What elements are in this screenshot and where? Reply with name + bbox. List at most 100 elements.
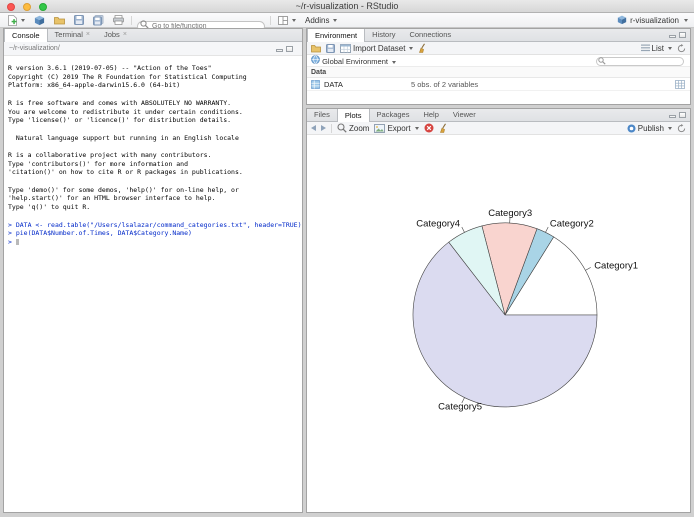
console-tabbar: Console Terminal × Jobs × [4,29,302,42]
console-line: Type 'demo()' for some demos, 'help()' f… [8,186,300,195]
tab-packages[interactable]: Packages [370,109,417,121]
chevron-down-icon [668,127,672,130]
save-all-icon [93,15,104,26]
console-line [8,90,300,99]
refresh-plot-button[interactable] [677,124,686,133]
close-window-button[interactable] [7,3,15,11]
console-line: > pie(DATA$Number.of.Times, DATA$Categor… [8,229,300,238]
save-button[interactable] [72,14,86,27]
chevron-down-icon [668,47,672,50]
plots-toolbar-right: Publish [627,124,686,133]
save-icon [74,15,84,25]
tab-files[interactable]: Files [307,109,337,121]
new-project-button[interactable] [32,14,47,27]
console-line [8,142,300,151]
addins-button[interactable]: Addins [303,14,339,27]
zoom-label: Zoom [349,124,369,133]
environment-scope-row: Global Environment [307,55,690,67]
arrow-right-icon [321,125,326,131]
console-line [8,125,300,134]
tab-terminal-label: Terminal [55,29,83,41]
pie-chart: Category1Category2Category3Category4Cate… [307,135,690,512]
environment-object-row[interactable]: DATA 5 obs. of 2 variables [307,78,690,91]
project-name-label: r-visualization [630,16,679,25]
remove-plot-button[interactable] [424,123,434,133]
import-dataset-button[interactable]: Import Dataset [340,44,413,53]
magnifier-icon [337,123,347,133]
environment-search-input[interactable] [596,57,684,66]
goto-file-search[interactable] [137,15,265,26]
tab-history[interactable]: History [365,29,402,41]
environment-scope-dropdown[interactable]: Global Environment [311,55,396,66]
zoom-window-button[interactable] [39,3,47,11]
view-data-button[interactable] [675,80,685,91]
clear-all-plots-button[interactable] [439,123,449,133]
console-pane-buttons [276,46,297,52]
environment-toolbar-right: List [641,44,686,53]
refresh-icon [677,124,686,133]
close-icon[interactable]: × [123,29,127,41]
workspace-panes-button[interactable] [276,14,298,27]
print-button[interactable] [111,14,126,27]
tab-environment[interactable]: Environment [307,29,365,42]
search-icon [598,57,606,67]
plots-tabbar: Files Plots Packages Help Viewer [307,109,690,122]
console-line: Type 'q()' to quit R. [8,203,300,212]
tab-jobs[interactable]: Jobs × [97,29,134,41]
tab-terminal[interactable]: Terminal × [48,29,97,41]
maximize-pane-icon[interactable] [286,46,293,52]
tab-viewer[interactable]: Viewer [446,109,483,121]
export-button[interactable]: Export [374,124,418,133]
titlebar: ~/r-visualization - RStudio [0,0,694,13]
maximize-pane-icon[interactable] [679,32,686,38]
console-line: 'citation()' on how to cite R or R packa… [8,168,300,177]
list-view-button[interactable]: List [641,44,672,53]
save-icon [326,44,335,53]
environment-search[interactable] [596,56,684,65]
tab-connections[interactable]: Connections [402,29,458,41]
minimize-pane-icon[interactable] [276,49,283,52]
data-section-label: Data [311,69,326,76]
object-name: DATA [324,80,343,89]
save-all-button[interactable] [91,14,106,27]
chevron-down-icon [392,61,396,64]
zoom-button[interactable]: Zoom [337,123,369,133]
tab-plots[interactable]: Plots [337,109,370,122]
minimize-window-button[interactable] [23,3,31,11]
clear-environment-button[interactable] [418,43,428,53]
new-file-icon [8,15,17,26]
tab-help[interactable]: Help [416,109,445,121]
tab-console[interactable]: Console [4,29,48,42]
next-plot-button[interactable] [321,125,326,131]
load-workspace-button[interactable] [311,44,321,53]
delete-circle-icon [424,123,434,133]
object-summary: 5 obs. of 2 variables [411,80,478,89]
project-cube-icon [617,15,627,25]
svg-text:Category1: Category1 [594,261,638,272]
minimize-pane-icon[interactable] [669,35,676,38]
chevron-down-icon [292,19,296,22]
tab-files-label: Files [314,109,330,121]
refresh-environment-button[interactable] [677,44,686,53]
close-icon[interactable]: × [86,29,90,41]
panes-icon [278,16,288,25]
save-workspace-button[interactable] [326,44,335,53]
open-file-button[interactable] [52,14,67,27]
maximize-pane-icon[interactable] [679,112,686,118]
print-icon [113,15,124,25]
scope-label: Global Environment [322,57,388,66]
console-line: Platform: x86_64-apple-darwin15.6.0 (64-… [8,81,300,90]
publish-button[interactable]: Publish [627,124,672,133]
toolbar-separator [331,124,332,133]
previous-plot-button[interactable] [311,125,316,131]
chevron-down-icon [684,19,688,22]
svg-text:Category5: Category5 [438,402,482,413]
project-selector[interactable]: r-visualization [617,15,688,25]
console-line: R version 3.6.1 (2019-07-05) -- "Action … [8,64,300,73]
console-output[interactable]: R version 3.6.1 (2019-07-05) -- "Action … [4,56,302,500]
import-table-icon [340,44,351,53]
new-file-button[interactable] [6,14,27,27]
minimize-pane-icon[interactable] [669,115,676,118]
refresh-icon [677,44,686,53]
console-cursor [16,239,19,245]
